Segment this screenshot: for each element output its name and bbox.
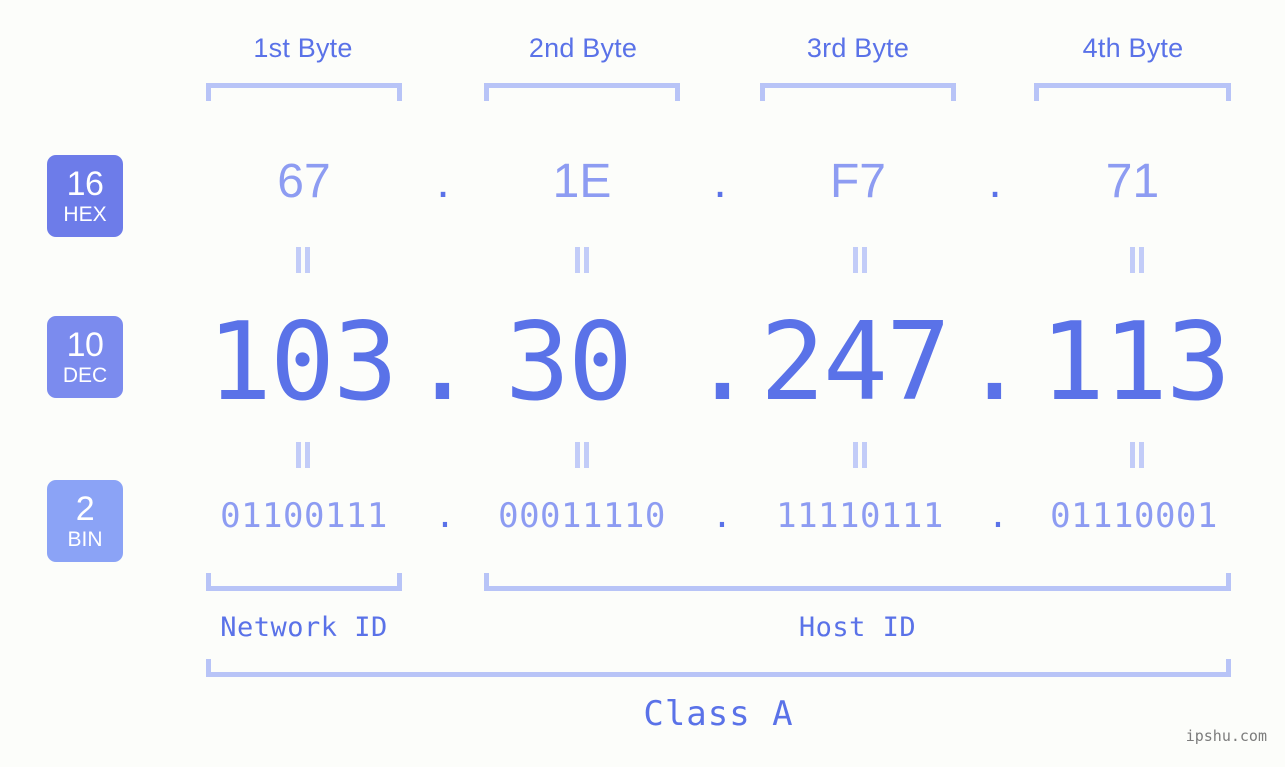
ip-breakdown-diagram: 1st Byte 2nd Byte 3rd Byte 4th Byte 16 H…	[0, 0, 1285, 767]
badge-hex-label: HEX	[63, 203, 107, 226]
bin-byte-1: 01100111	[220, 496, 388, 536]
equals-connector-dec-bin-2	[573, 442, 591, 468]
bin-byte-3: 11110111	[776, 496, 944, 536]
badge-dec-label: DEC	[62, 364, 108, 387]
hex-byte-3: F7	[829, 155, 886, 208]
class-label: Class A	[643, 694, 794, 734]
equals-connector-dec-bin-4	[1128, 442, 1146, 468]
byte-header-1: 1st Byte	[253, 33, 353, 63]
byte-header-4: 4th Byte	[1082, 33, 1184, 63]
badge-hex: 16 HEX	[47, 155, 123, 237]
badge-bin-label: BIN	[67, 528, 103, 551]
network-id-bracket	[206, 573, 402, 591]
equals-connector-hex-dec-1	[294, 247, 312, 273]
hex-byte-4: 71	[1105, 155, 1160, 208]
dec-separator-2: .	[690, 300, 755, 425]
byte-bracket-3	[760, 83, 956, 101]
dec-separator-1: .	[410, 300, 475, 425]
network-id-label: Network ID	[220, 612, 388, 643]
byte-header-2: 2nd Byte	[528, 33, 638, 63]
byte-bracket-2	[484, 83, 680, 101]
bin-separator-3: .	[987, 496, 1009, 536]
badge-bin-number: 2	[75, 490, 95, 528]
badge-dec: 10 DEC	[47, 316, 123, 398]
host-id-label: Host ID	[798, 612, 917, 643]
equals-connector-hex-dec-4	[1128, 247, 1146, 273]
dec-byte-2: 30	[505, 300, 633, 425]
dec-byte-4: 113	[1040, 300, 1231, 425]
bin-separator-2: .	[711, 496, 733, 536]
watermark: ipshu.com	[1185, 727, 1267, 745]
dec-byte-1: 103	[207, 300, 398, 425]
hex-separator-1: .	[436, 155, 450, 208]
class-bracket	[206, 659, 1231, 677]
badge-bin: 2 BIN	[47, 480, 123, 562]
equals-connector-dec-bin-3	[851, 442, 869, 468]
hex-separator-3: .	[988, 155, 1002, 208]
hex-byte-1: 67	[277, 155, 331, 208]
badge-hex-number: 16	[66, 165, 104, 203]
equals-connector-hex-dec-2	[573, 247, 591, 273]
host-id-bracket	[484, 573, 1231, 591]
hex-byte-2: 1E	[552, 155, 612, 208]
dec-separator-3: .	[962, 300, 1027, 425]
byte-bracket-4	[1034, 83, 1231, 101]
byte-bracket-1	[206, 83, 402, 101]
equals-connector-hex-dec-3	[851, 247, 869, 273]
badge-dec-number: 10	[66, 326, 104, 364]
hex-separator-2: .	[713, 155, 727, 208]
bin-byte-2: 00011110	[498, 496, 666, 536]
equals-connector-dec-bin-1	[294, 442, 312, 468]
dec-byte-3: 247	[760, 300, 951, 425]
byte-header-3: 3rd Byte	[806, 33, 910, 63]
bin-byte-4: 01110001	[1050, 496, 1218, 536]
bin-separator-1: .	[434, 496, 456, 536]
